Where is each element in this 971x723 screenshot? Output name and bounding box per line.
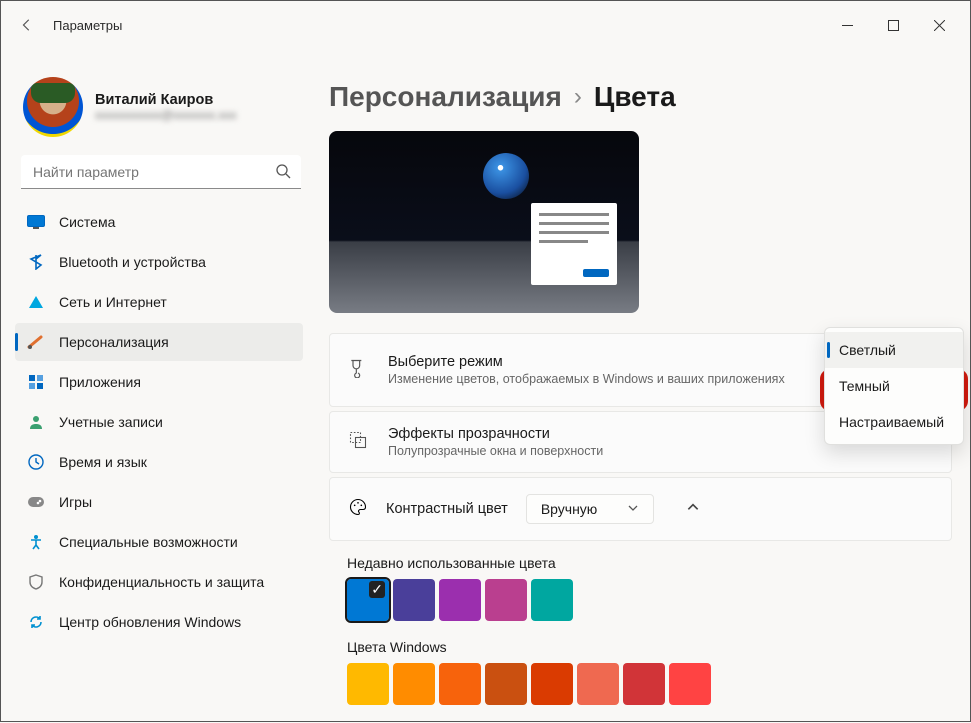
search-icon: [275, 163, 291, 184]
sidebar-item-label: Конфиденциальность и защита: [59, 574, 264, 590]
titlebar: Параметры: [1, 1, 970, 49]
windows-color-swatch[interactable]: [485, 663, 527, 705]
transparency-icon: [348, 430, 370, 455]
sidebar-item-label: Приложения: [59, 374, 141, 390]
palette-icon: [348, 497, 368, 522]
privacy-icon: [27, 574, 45, 590]
mode-option-0[interactable]: Светлый: [825, 332, 963, 368]
breadcrumb: Персонализация › Цвета: [329, 81, 952, 113]
sidebar-item-label: Время и язык: [59, 454, 147, 470]
system-icon: [27, 214, 45, 230]
windows-color-swatch[interactable]: [531, 663, 573, 705]
mode-dropdown-popup: СветлыйТемныйНастраиваемый: [824, 327, 964, 445]
accounts-icon: [27, 414, 45, 430]
sidebar-item-label: Персонализация: [59, 334, 169, 350]
sidebar-item-label: Учетные записи: [59, 414, 163, 430]
preview-window: [531, 203, 617, 285]
preview-earth: [483, 153, 529, 199]
sidebar-item-time[interactable]: Время и язык: [15, 443, 303, 481]
window-title: Параметры: [53, 18, 122, 33]
windows-colors-swatches: [347, 663, 934, 705]
theme-preview: [329, 131, 639, 313]
sidebar-item-label: Bluetooth и устройства: [59, 254, 206, 270]
sidebar-item-accounts[interactable]: Учетные записи: [15, 403, 303, 441]
windows-color-swatch[interactable]: [623, 663, 665, 705]
brush-icon: [348, 358, 370, 383]
apps-icon: [27, 374, 45, 390]
gaming-icon: [27, 494, 45, 510]
accessibility-icon: [27, 534, 45, 550]
sidebar-item-label: Центр обновления Windows: [59, 614, 241, 630]
windows-color-swatch[interactable]: [577, 663, 619, 705]
recent-colors-label: Недавно использованные цвета: [347, 555, 934, 571]
sidebar-item-accessibility[interactable]: Специальные возможности: [15, 523, 303, 561]
sidebar-item-gaming[interactable]: Игры: [15, 483, 303, 521]
transparency-desc: Полупрозрачные окна и поверхности: [388, 444, 933, 458]
recent-color-swatch[interactable]: [439, 579, 481, 621]
search-input[interactable]: [21, 155, 301, 189]
bluetooth-icon: [27, 254, 45, 270]
windows-colors-label: Цвета Windows: [347, 639, 934, 655]
accent-title: Контрастный цвет: [386, 501, 508, 517]
recent-color-swatch[interactable]: [531, 579, 573, 621]
recent-color-swatch[interactable]: [347, 579, 389, 621]
profile-email: xxxxxxxxxxx@xxxxxxx.xxx: [95, 108, 237, 122]
recent-color-swatch[interactable]: [485, 579, 527, 621]
profile-block[interactable]: Виталий Каиров xxxxxxxxxxx@xxxxxxx.xxx: [15, 69, 307, 155]
recent-color-swatch[interactable]: [393, 579, 435, 621]
accent-mode-dropdown[interactable]: Вручную: [526, 494, 655, 524]
chevron-up-icon[interactable]: [686, 500, 700, 519]
network-icon: [27, 294, 45, 310]
sidebar-item-bluetooth[interactable]: Bluetooth и устройства: [15, 243, 303, 281]
chevron-down-icon: [627, 501, 639, 517]
setting-row-accent[interactable]: Контрастный цвет Вручную: [329, 477, 952, 541]
sidebar-item-update[interactable]: Центр обновления Windows: [15, 603, 303, 641]
time-icon: [27, 454, 45, 470]
sidebar-item-apps[interactable]: Приложения: [15, 363, 303, 401]
accent-mode-value: Вручную: [541, 501, 598, 517]
breadcrumb-current: Цвета: [594, 81, 676, 113]
windows-color-swatch[interactable]: [393, 663, 435, 705]
minimize-button[interactable]: [824, 2, 870, 48]
mode-option-1[interactable]: Темный: [825, 368, 963, 404]
windows-color-swatch[interactable]: [347, 663, 389, 705]
sidebar-item-label: Сеть и Интернет: [59, 294, 167, 310]
search-box[interactable]: [21, 155, 301, 189]
recent-colors-section: Недавно использованные цвета Цвета Windo…: [329, 541, 952, 705]
profile-name: Виталий Каиров: [95, 92, 237, 108]
sidebar-item-privacy[interactable]: Конфиденциальность и защита: [15, 563, 303, 601]
sidebar-item-label: Специальные возможности: [59, 534, 238, 550]
main-content: Персонализация › Цвета Выберите режим Из…: [311, 49, 970, 723]
maximize-button[interactable]: [870, 2, 916, 48]
sidebar-item-label: Система: [59, 214, 115, 230]
windows-color-swatch[interactable]: [669, 663, 711, 705]
back-button[interactable]: [19, 17, 35, 33]
chevron-right-icon: ›: [574, 83, 582, 111]
sidebar-item-label: Игры: [59, 494, 92, 510]
update-icon: [27, 614, 45, 630]
sidebar-item-network[interactable]: Сеть и Интернет: [15, 283, 303, 321]
nav-list: Система Bluetooth и устройства Сеть и Инте…: [15, 203, 307, 641]
mode-option-2[interactable]: Настраиваемый: [825, 404, 963, 440]
personalization-icon: [27, 334, 45, 350]
windows-color-swatch[interactable]: [439, 663, 481, 705]
breadcrumb-parent[interactable]: Персонализация: [329, 81, 562, 113]
close-button[interactable]: [916, 2, 962, 48]
sidebar-item-system[interactable]: Система: [15, 203, 303, 241]
avatar: [23, 77, 83, 137]
recent-colors-swatches: [347, 579, 934, 621]
sidebar-item-personalization[interactable]: Персонализация: [15, 323, 303, 361]
sidebar: Виталий Каиров xxxxxxxxxxx@xxxxxxx.xxx С…: [1, 49, 311, 723]
